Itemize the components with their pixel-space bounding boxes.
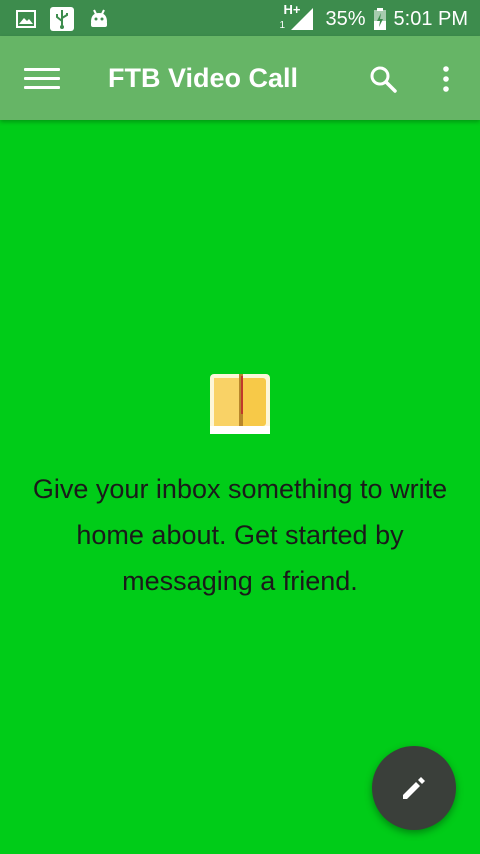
system-status: H+ 1 35% 5:01 PM — [279, 2, 468, 32]
menu-icon[interactable] — [24, 68, 60, 90]
pencil-icon — [403, 777, 425, 799]
image-notification-icon — [16, 10, 36, 28]
app-title: FTB Video Call — [108, 63, 299, 93]
android-debug-icon — [91, 9, 107, 27]
sim-indicator-label: 1 — [279, 20, 286, 31]
signal-icon — [291, 8, 314, 30]
notification-icons — [16, 7, 110, 31]
usb-icon — [50, 7, 74, 31]
app-bar: FTB Video Call — [0, 36, 480, 120]
more-vert-icon[interactable] — [434, 64, 458, 94]
battery-charging-icon — [373, 8, 386, 30]
clock: 5:01 PM — [393, 7, 468, 30]
signal-indicator: H+ 1 — [279, 2, 317, 32]
battery-percent: 35% — [325, 7, 366, 30]
status-bar: H+ 1 35% 5:01 PM — [0, 0, 480, 36]
empty-state-message: Give your inbox something to write home … — [32, 474, 448, 596]
inbox-envelope-icon — [210, 374, 270, 434]
search-icon[interactable] — [368, 64, 398, 94]
compose-button[interactable] — [372, 746, 456, 830]
